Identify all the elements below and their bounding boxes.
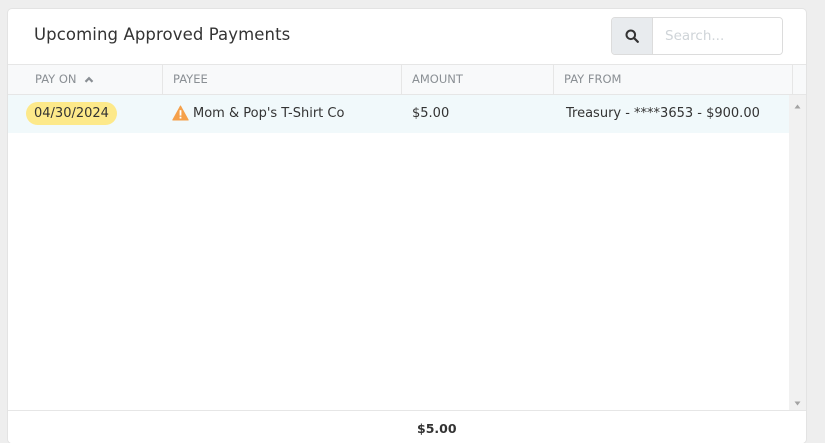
date-badge: 04/30/2024: [26, 102, 117, 125]
column-header-pay-from[interactable]: PAY FROM: [554, 65, 793, 94]
pay-on-cell: 04/30/2024: [26, 95, 117, 133]
sort-ascending-icon: [84, 76, 94, 83]
column-header-pay-on[interactable]: PAY ON: [8, 65, 163, 94]
warning-icon: [172, 105, 189, 120]
search-button[interactable]: [612, 18, 653, 54]
column-header-label: AMOUNT: [412, 72, 463, 86]
amount-cell: $5.00: [412, 106, 450, 121]
vertical-scrollbar[interactable]: [789, 95, 806, 410]
search-input[interactable]: [653, 18, 782, 54]
scroll-down-arrow-icon: [794, 401, 801, 405]
footer-total-amount: $5.00: [417, 421, 457, 436]
scroll-up-button[interactable]: [789, 99, 806, 113]
table-footer: $5.00: [8, 410, 806, 443]
table-header: PAY ON PAYEE AMOUNT PAY FROM: [8, 64, 806, 95]
table-row[interactable]: 04/30/2024 Mom & Pop's T-Shirt Co $5.00 …: [8, 95, 789, 133]
upcoming-payments-panel: Upcoming Approved Payments PAY ON PAYEE …: [8, 9, 806, 443]
scroll-up-arrow-icon: [794, 104, 801, 108]
column-header-amount[interactable]: AMOUNT: [402, 65, 554, 94]
pay-from-cell: Treasury - ****3653 - $900.00: [566, 106, 760, 121]
table-body: 04/30/2024 Mom & Pop's T-Shirt Co $5.00 …: [8, 95, 806, 410]
search-group: [611, 17, 783, 55]
scroll-down-button[interactable]: [789, 396, 806, 410]
column-header-label: PAYEE: [173, 72, 208, 86]
column-header-label: PAY ON: [35, 72, 77, 86]
payee-name: Mom & Pop's T-Shirt Co: [193, 106, 345, 121]
column-header-label: PAY FROM: [564, 72, 622, 86]
panel-header: Upcoming Approved Payments: [8, 9, 806, 64]
search-icon: [625, 29, 639, 43]
panel-title: Upcoming Approved Payments: [34, 25, 291, 44]
column-header-payee[interactable]: PAYEE: [163, 65, 402, 94]
payee-cell: Mom & Pop's T-Shirt Co: [172, 95, 344, 133]
